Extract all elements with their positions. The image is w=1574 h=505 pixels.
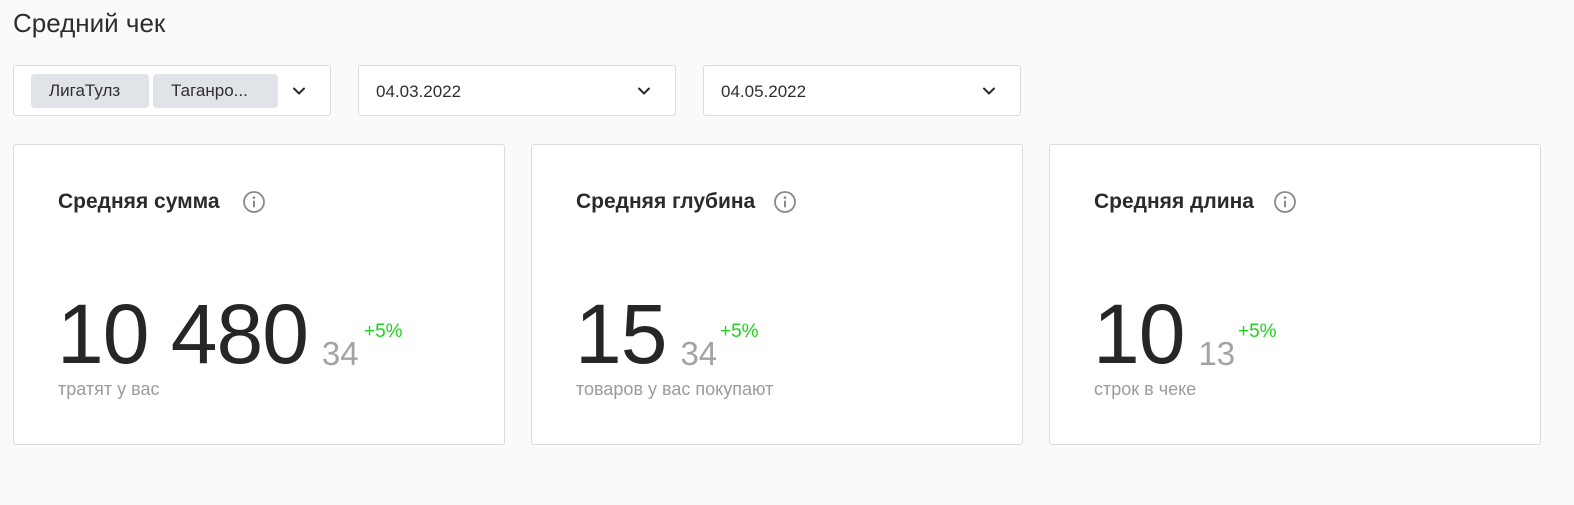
metric-row: 10 13 +5% — [1093, 287, 1277, 381]
card-title: Средняя глубина — [576, 190, 756, 213]
date-from-value: 04.03.2022 — [376, 82, 462, 101]
chevron-down-icon[interactable] — [291, 83, 307, 99]
store-select[interactable]: ЛигаТулз Таганро... — [13, 65, 331, 116]
card-title: Средняя длина — [1094, 190, 1254, 213]
metric-card-average-depth: Средняя глубина 15 34 +5% товаров у вас п… — [531, 144, 1023, 445]
metric-delta: +5% — [720, 321, 759, 342]
metric-delta: +5% — [364, 321, 403, 342]
metric-card-average-sum: Средняя сумма 10 480 34 +5% тратят у вас — [13, 144, 505, 445]
info-icon[interactable] — [773, 190, 797, 214]
date-to-value: 04.05.2022 — [721, 82, 807, 101]
metric-caption: тратят у вас — [58, 379, 160, 399]
info-icon[interactable] — [242, 190, 266, 214]
store-chip-ligatulz[interactable]: ЛигаТулз — [31, 74, 149, 108]
metric-value: 10 480 — [57, 287, 309, 381]
card-title: Средняя сумма — [58, 190, 220, 213]
metric-compare-value: 34 — [321, 335, 359, 372]
metric-delta: +5% — [1238, 321, 1277, 342]
metric-compare-value: 34 — [680, 335, 718, 372]
metric-value: 15 — [575, 287, 667, 381]
chevron-down-icon[interactable] — [981, 83, 997, 99]
metric-value: 10 — [1093, 287, 1185, 381]
chevron-down-icon[interactable] — [636, 83, 652, 99]
date-from-select[interactable]: 04.03.2022 — [358, 65, 676, 116]
metric-row: 15 34 +5% — [575, 287, 759, 381]
date-to-select[interactable]: 04.05.2022 — [703, 65, 1021, 116]
info-icon[interactable] — [1273, 190, 1297, 214]
metric-caption: строк в чеке — [1094, 379, 1197, 399]
store-chip-taganrog[interactable]: Таганро... — [153, 74, 278, 108]
metric-row: 10 480 34 +5% — [57, 287, 403, 381]
metric-card-average-length: Средняя длина 10 13 +5% строк в чеке — [1049, 144, 1541, 445]
page-title: Средний чек — [13, 8, 166, 38]
metric-compare-value: 13 — [1198, 335, 1236, 372]
metric-caption: товаров у вас покупают — [576, 379, 774, 399]
